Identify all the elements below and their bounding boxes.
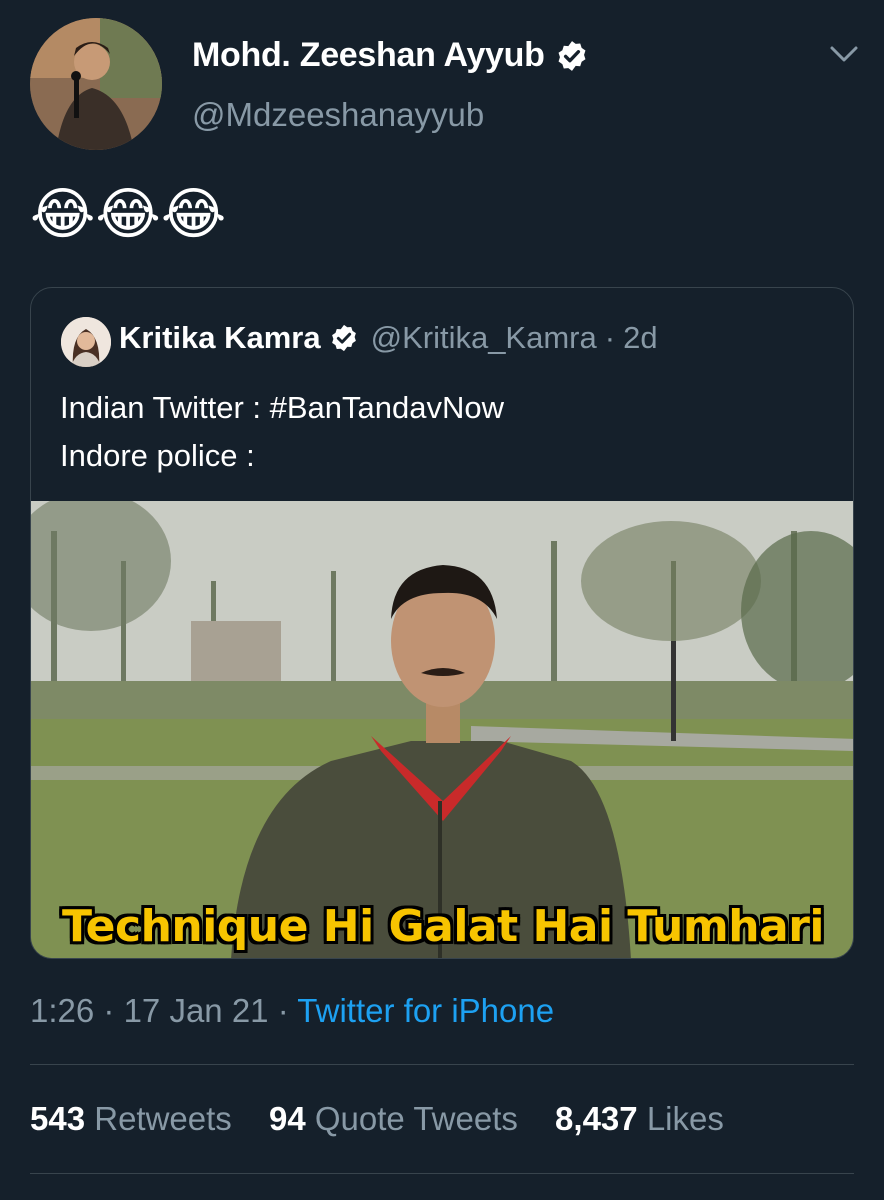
quoted-tweet-image[interactable]: Technique Hi Galat Hai Tumhari bbox=[31, 501, 853, 958]
retweets-stat[interactable]: 543 Retweets bbox=[30, 1100, 232, 1137]
author-name[interactable]: Mohd. Zeeshan Ayyub bbox=[192, 36, 589, 75]
tweet-text: 😂😂😂 bbox=[30, 182, 227, 247]
tweet-source-link[interactable]: Twitter for iPhone bbox=[297, 992, 554, 1029]
quote-tweets-label: Quote Tweets bbox=[314, 1100, 518, 1137]
quoted-tweet-card[interactable]: Kritika Kamra @Kritika_Kamra · 2d Indian… bbox=[30, 287, 854, 959]
quote-tweets-count: 94 bbox=[268, 1100, 306, 1137]
likes-stat[interactable]: 8,437 Likes bbox=[555, 1100, 724, 1137]
quoted-tweet-age: 2d bbox=[623, 320, 658, 355]
author-name-text[interactable]: Mohd. Zeeshan Ayyub bbox=[192, 36, 545, 75]
verified-badge-icon bbox=[558, 40, 586, 71]
tweet-date[interactable]: 17 Jan 21 bbox=[124, 992, 269, 1029]
likes-count: 8,437 bbox=[555, 1100, 638, 1137]
quoted-author-name[interactable]: Kritika Kamra bbox=[119, 320, 321, 356]
quoted-tweet-text: Indian Twitter : #BanTandavNow Indore po… bbox=[60, 384, 504, 480]
tweet-time[interactable]: 1:26 bbox=[30, 992, 94, 1029]
quoted-author-handle[interactable]: @Kritika_Kamra bbox=[371, 320, 597, 356]
verified-badge-icon bbox=[331, 324, 356, 352]
author-handle[interactable]: @Mdzeeshanayyub bbox=[192, 96, 484, 134]
timestamp-separator: · bbox=[277, 992, 289, 1029]
quoted-tweet-header: Kritika Kamra @Kritika_Kamra · 2d bbox=[119, 320, 658, 356]
image-caption: Technique Hi Galat Hai Tumhari bbox=[61, 901, 825, 952]
retweets-label: Retweets bbox=[94, 1100, 232, 1137]
timestamp-separator: · bbox=[103, 992, 115, 1029]
quote-tweets-stat[interactable]: 94 Quote Tweets bbox=[269, 1100, 518, 1137]
quoted-author-avatar[interactable] bbox=[61, 317, 111, 367]
author-avatar[interactable] bbox=[30, 18, 162, 150]
tweet-stats: 543 Retweets 94 Quote Tweets 8,437 Likes bbox=[30, 1100, 752, 1138]
likes-label: Likes bbox=[646, 1100, 724, 1137]
quoted-text-line-1: Indian Twitter : #BanTandavNow bbox=[60, 390, 505, 425]
divider bbox=[30, 1064, 854, 1065]
chevron-down-icon[interactable] bbox=[826, 40, 862, 68]
divider bbox=[30, 1173, 854, 1174]
tweet-timestamp: 1:26 · 17 Jan 21 · Twitter for iPhone bbox=[30, 992, 554, 1030]
quoted-text-line-2: Indore police : bbox=[60, 438, 255, 473]
quoted-meta-separator: · bbox=[604, 320, 616, 355]
retweets-count: 543 bbox=[30, 1100, 86, 1137]
